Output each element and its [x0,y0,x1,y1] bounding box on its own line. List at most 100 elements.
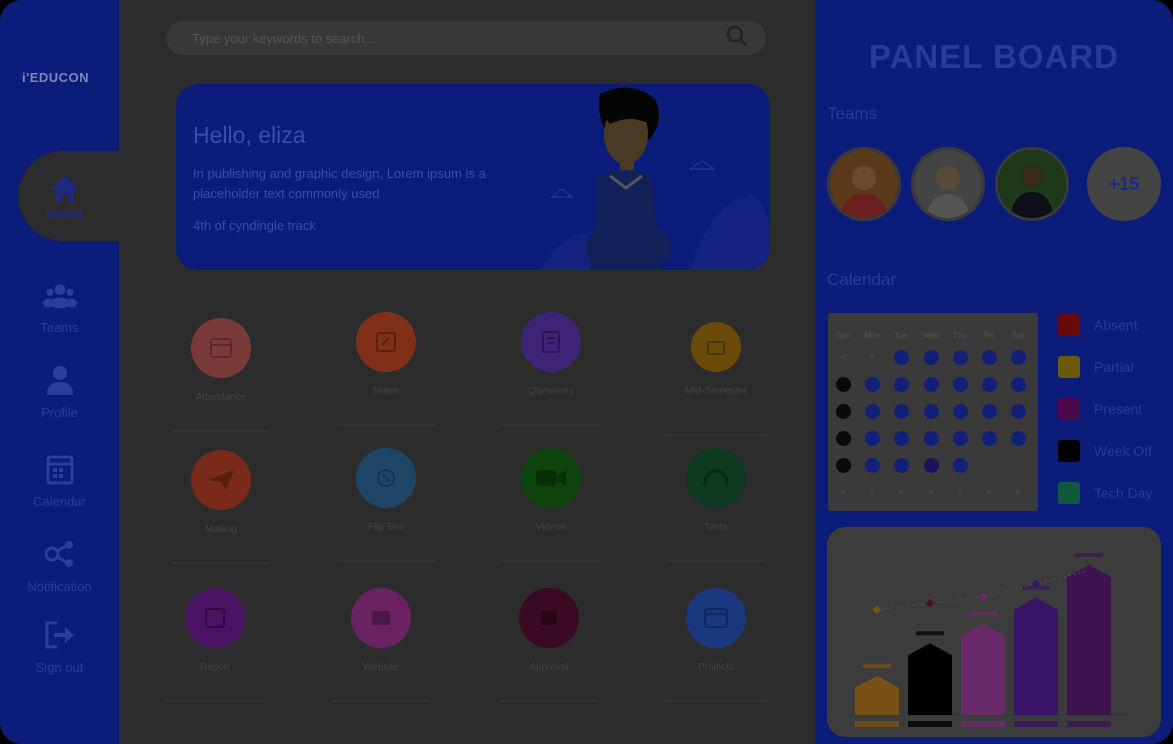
app-logo: i'EDUCON [22,70,90,85]
sidebar-item-profile[interactable]: Profile [0,363,119,420]
app-window: i'EDUCON Home Teams Profile Calendar Not… [0,0,1173,744]
legend-label: Week Off [1094,443,1152,459]
legend-label: Present [1094,401,1143,417]
tile-divider [171,562,271,564]
calendar-heading: Calendar [827,270,896,289]
calendar-day[interactable] [982,377,997,392]
calendar-day[interactable] [953,458,968,473]
calendar-day [841,490,845,494]
legend-swatch [1058,356,1080,378]
calendar-day[interactable] [924,404,939,419]
legend-swatch [1058,482,1080,504]
more-members-badge[interactable]: +15 [1087,147,1161,221]
team-member-avatar[interactable] [911,147,985,221]
app-tile-mid-semester[interactable]: Mid-Semester [661,322,771,440]
team-member-avatar[interactable] [827,147,901,221]
app-label: Report [199,662,230,673]
app-label: Mailing [205,524,237,535]
calendar-day[interactable] [865,431,880,446]
tile-divider [501,424,601,426]
calendar-day[interactable] [894,404,909,419]
sidebar-item-sign-out[interactable]: Sign out [0,618,119,675]
app-tile-attendance[interactable]: Attendance [166,318,276,436]
calendar-day[interactable] [836,431,851,446]
app-tile-notes[interactable]: Notes [331,312,441,430]
calendar-day[interactable] [953,350,968,365]
search-input[interactable] [192,30,726,46]
app-tile-tests[interactable]: Tests [661,448,771,566]
chart-trend-line [876,570,1090,611]
calendar-day[interactable] [982,431,997,446]
calendar-day[interactable] [953,377,968,392]
sidebar-item-home[interactable]: Home [18,151,119,241]
approval-icon [519,588,579,648]
legend-label: Absent [1094,317,1138,333]
search-icon[interactable] [726,25,748,52]
calendar-day[interactable] [1011,350,1026,365]
legend-tech-day: Tech Day [1058,482,1152,504]
calendar-day[interactable] [953,431,968,446]
chart-data-label [863,663,891,668]
app-tile-videos[interactable]: Videos [496,448,606,566]
app-tile-questions[interactable]: Questions [496,312,606,430]
teams-heading: Teams [827,104,878,123]
calendar-day[interactable] [894,350,909,365]
calendar-day[interactable] [982,404,997,419]
calendar-day[interactable] [982,350,997,365]
calendar-weekday: Sun [835,331,851,340]
calendar-day[interactable] [865,377,880,392]
search-bar [166,21,766,55]
app-tile-approval[interactable]: Approval [494,588,604,706]
videos-icon [521,448,581,508]
app-label: Projects [697,662,735,673]
app-tile-report[interactable]: Report [160,588,270,706]
chart-bar [961,623,1005,715]
app-tile-website[interactable]: Website [326,588,436,706]
chart-bar-base [855,721,899,727]
app-label: Questions [528,386,574,397]
app-tile-flip-box[interactable]: Flip Box [331,448,441,566]
calendar-day[interactable] [894,377,909,392]
team-member-avatar[interactable] [995,147,1069,221]
calendar-weekday: Sat [1011,331,1024,340]
calendar-day[interactable] [924,431,939,446]
chart-data-label [969,611,997,616]
calendar-day [899,490,903,494]
calendar-day[interactable] [1011,431,1026,446]
sidebar-item-teams[interactable]: Teams [0,278,119,335]
calendar-day[interactable] [924,350,939,365]
calendar-day[interactable] [865,404,880,419]
calendar-day[interactable] [865,458,880,473]
calendar-day[interactable] [836,404,851,419]
calendar-day[interactable] [1011,377,1026,392]
legend-swatch [1058,398,1080,420]
calendar-day[interactable] [924,458,939,473]
calendar-day[interactable] [953,404,968,419]
greeting-title: Hello, eliza [193,122,306,148]
calendar-day [870,490,874,494]
calendar-weekday: Thu [953,331,967,340]
calendar-day[interactable] [836,458,851,473]
banner-subtext: 4th of cyndingle track [193,218,316,233]
calendar-day[interactable] [1011,404,1026,419]
report-icon [185,588,245,648]
sidebar-item-calendar[interactable]: Calendar [0,452,119,509]
legend-partial: Partial [1058,356,1134,378]
app-tile-projects[interactable]: Projects [661,588,771,706]
calendar-day [870,355,874,359]
app-tile-mailing[interactable]: Mailing [166,450,276,568]
banner-description: In publishing and graphic design, Lorem … [193,166,486,201]
profile-icon [43,363,77,397]
calendar-day[interactable] [894,431,909,446]
calendar-day[interactable] [924,377,939,392]
sidebar: i'EDUCON Home Teams Profile Calendar Not… [0,0,119,744]
tile-divider [171,430,271,432]
sidebar-item-notification[interactable]: Notification [0,537,119,594]
legend-present: Present [1058,398,1142,420]
website-icon [351,588,411,648]
calendar-day[interactable] [836,377,851,392]
sidebar-item-label: Teams [40,320,79,335]
calendar-day[interactable] [894,458,909,473]
app-label: Website [363,662,399,673]
chart-bar-base [961,721,1005,727]
